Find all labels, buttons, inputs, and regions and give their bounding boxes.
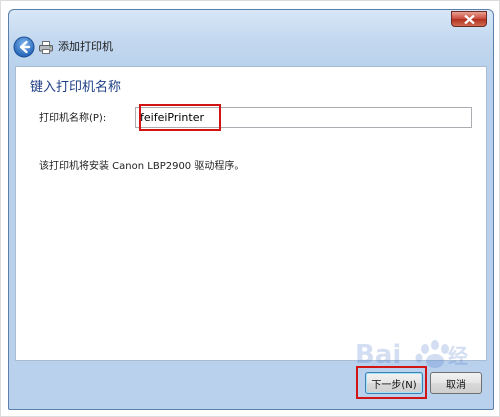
wizard-content: 键入打印机名称 打印机名称(P): 该打印机将安装 Canon LBP2900 … [15,66,487,361]
close-button[interactable] [451,11,487,27]
dialog-footer: 下一步(N) 取消 [9,362,493,409]
close-icon [464,15,475,24]
page-heading: 键入打印机名称 [30,80,122,95]
screenshot-frame: 添加打印机 键入打印机名称 打印机名称(P): 该打印机将安装 Canon LB… [0,0,500,417]
dialog-header: 添加打印机 [9,32,493,64]
printer-icon [39,41,53,54]
cancel-button[interactable]: 取消 [430,372,482,394]
next-annotation-box [356,366,427,399]
printer-name-label: 打印机名称(P): [39,113,107,124]
input-annotation-box [139,104,221,131]
window-title: 添加打印机 [58,40,113,53]
back-button[interactable] [13,36,35,58]
add-printer-dialog: 添加打印机 键入打印机名称 打印机名称(P): 该打印机将安装 Canon LB… [8,9,494,410]
driver-info-text: 该打印机将安装 Canon LBP2900 驱动程序。 [39,161,245,172]
